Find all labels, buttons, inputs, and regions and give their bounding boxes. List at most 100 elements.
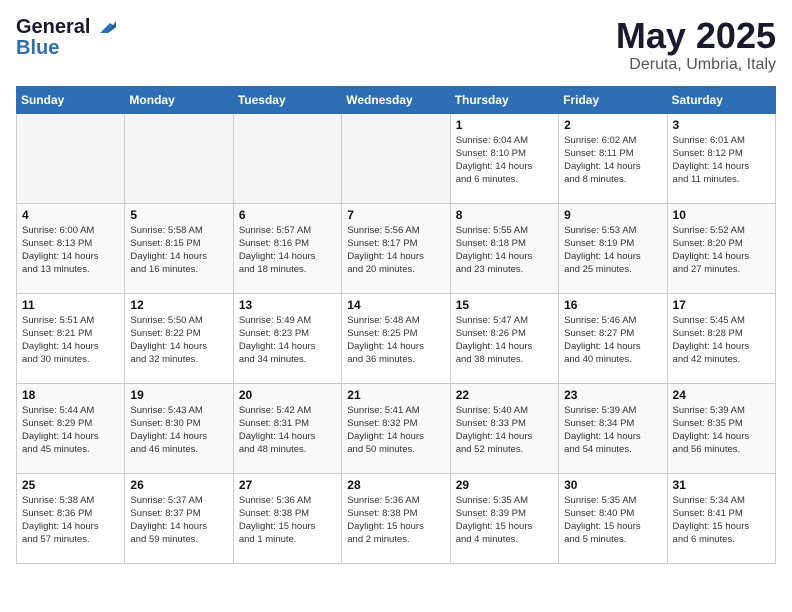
day-number: 25 bbox=[22, 478, 119, 492]
calendar-cell: 10Sunrise: 5:52 AM Sunset: 8:20 PM Dayli… bbox=[667, 203, 775, 293]
header-wednesday: Wednesday bbox=[342, 86, 450, 113]
day-info: Sunrise: 5:52 AM Sunset: 8:20 PM Dayligh… bbox=[673, 224, 770, 277]
day-info: Sunrise: 5:34 AM Sunset: 8:41 PM Dayligh… bbox=[673, 494, 770, 547]
logo-blue-text: Blue bbox=[16, 37, 59, 60]
day-number: 9 bbox=[564, 208, 661, 222]
title-section: May 2025 Deruta, Umbria, Italy bbox=[616, 16, 776, 74]
week-row-1: 1 Sunrise: 6:04 AM Sunset: 8:10 PM Daylig… bbox=[17, 113, 776, 203]
calendar-cell: 17 Sunrise: 5:45 AM Sunset: 8:28 PM Dayli… bbox=[667, 293, 775, 383]
calendar-cell: 20 Sunrise: 5:42 AM Sunset: 8:31 PM Dayli… bbox=[233, 383, 341, 473]
day-number: 13 bbox=[239, 298, 336, 312]
logo-general-text: General bbox=[16, 16, 90, 39]
calendar-cell bbox=[342, 113, 450, 203]
day-number: 7 bbox=[347, 208, 444, 222]
calendar-body: 1 Sunrise: 6:04 AM Sunset: 8:10 PM Daylig… bbox=[17, 113, 776, 563]
calendar-cell: 27 Sunrise: 5:36 AM Sunset: 8:38 PM Dayli… bbox=[233, 473, 341, 563]
calendar-cell: 22Sunrise: 5:40 AM Sunset: 8:33 PM Dayli… bbox=[450, 383, 558, 473]
month-title: May 2025 bbox=[616, 16, 776, 56]
week-row-3: 11 Sunrise: 5:51 AM Sunset: 8:21 PM Dayli… bbox=[17, 293, 776, 383]
day-info: Sunrise: 6:00 AM Sunset: 8:13 PM Dayligh… bbox=[22, 224, 119, 277]
day-info: Sunrise: 5:35 AM Sunset: 8:40 PM Dayligh… bbox=[564, 494, 661, 547]
day-info: Sunrise: 5:48 AM Sunset: 8:25 PM Dayligh… bbox=[347, 314, 444, 367]
day-info: Sunrise: 6:02 AM Sunset: 8:11 PM Dayligh… bbox=[564, 134, 661, 187]
day-info: Sunrise: 6:01 AM Sunset: 8:12 PM Dayligh… bbox=[673, 134, 770, 187]
day-info: Sunrise: 5:36 AM Sunset: 8:38 PM Dayligh… bbox=[239, 494, 336, 547]
day-info: Sunrise: 5:43 AM Sunset: 8:30 PM Dayligh… bbox=[130, 404, 227, 457]
day-number: 23 bbox=[564, 388, 661, 402]
calendar-cell: 24Sunrise: 5:39 AM Sunset: 8:35 PM Dayli… bbox=[667, 383, 775, 473]
day-number: 5 bbox=[130, 208, 227, 222]
day-number: 27 bbox=[239, 478, 336, 492]
day-number: 12 bbox=[130, 298, 227, 312]
day-number: 1 bbox=[456, 118, 553, 132]
calendar-cell: 25Sunrise: 5:38 AM Sunset: 8:36 PM Dayli… bbox=[17, 473, 125, 563]
day-number: 29 bbox=[456, 478, 553, 492]
calendar-cell: 18Sunrise: 5:44 AM Sunset: 8:29 PM Dayli… bbox=[17, 383, 125, 473]
calendar-cell: 9 Sunrise: 5:53 AM Sunset: 8:19 PM Daylig… bbox=[559, 203, 667, 293]
day-info: Sunrise: 5:39 AM Sunset: 8:34 PM Dayligh… bbox=[564, 404, 661, 457]
logo-bird-icon bbox=[94, 19, 116, 37]
day-number: 15 bbox=[456, 298, 553, 312]
day-number: 28 bbox=[347, 478, 444, 492]
calendar-cell bbox=[233, 113, 341, 203]
week-row-2: 4 Sunrise: 6:00 AM Sunset: 8:13 PM Daylig… bbox=[17, 203, 776, 293]
week-row-5: 25Sunrise: 5:38 AM Sunset: 8:36 PM Dayli… bbox=[17, 473, 776, 563]
day-info: Sunrise: 5:45 AM Sunset: 8:28 PM Dayligh… bbox=[673, 314, 770, 367]
calendar-cell: 5 Sunrise: 5:58 AM Sunset: 8:15 PM Daylig… bbox=[125, 203, 233, 293]
header-thursday: Thursday bbox=[450, 86, 558, 113]
header-saturday: Saturday bbox=[667, 86, 775, 113]
day-info: Sunrise: 5:53 AM Sunset: 8:19 PM Dayligh… bbox=[564, 224, 661, 277]
calendar-cell: 4 Sunrise: 6:00 AM Sunset: 8:13 PM Daylig… bbox=[17, 203, 125, 293]
day-number: 31 bbox=[673, 478, 770, 492]
day-info: Sunrise: 5:41 AM Sunset: 8:32 PM Dayligh… bbox=[347, 404, 444, 457]
day-number: 20 bbox=[239, 388, 336, 402]
day-info: Sunrise: 5:55 AM Sunset: 8:18 PM Dayligh… bbox=[456, 224, 553, 277]
day-number: 11 bbox=[22, 298, 119, 312]
day-number: 16 bbox=[564, 298, 661, 312]
day-info: Sunrise: 5:51 AM Sunset: 8:21 PM Dayligh… bbox=[22, 314, 119, 367]
calendar-cell: 21 Sunrise: 5:41 AM Sunset: 8:32 PM Dayli… bbox=[342, 383, 450, 473]
header-row: SundayMondayTuesdayWednesdayThursdayFrid… bbox=[17, 86, 776, 113]
calendar-cell: 30 Sunrise: 5:35 AM Sunset: 8:40 PM Dayli… bbox=[559, 473, 667, 563]
calendar-cell: 14 Sunrise: 5:48 AM Sunset: 8:25 PM Dayli… bbox=[342, 293, 450, 383]
header-sunday: Sunday bbox=[17, 86, 125, 113]
calendar-cell: 3 Sunrise: 6:01 AM Sunset: 8:12 PM Daylig… bbox=[667, 113, 775, 203]
day-info: Sunrise: 5:57 AM Sunset: 8:16 PM Dayligh… bbox=[239, 224, 336, 277]
calendar-cell: 6 Sunrise: 5:57 AM Sunset: 8:16 PM Daylig… bbox=[233, 203, 341, 293]
day-info: Sunrise: 5:47 AM Sunset: 8:26 PM Dayligh… bbox=[456, 314, 553, 367]
day-info: Sunrise: 5:39 AM Sunset: 8:35 PM Dayligh… bbox=[673, 404, 770, 457]
calendar-header: SundayMondayTuesdayWednesdayThursdayFrid… bbox=[17, 86, 776, 113]
calendar-cell: 12 Sunrise: 5:50 AM Sunset: 8:22 PM Dayli… bbox=[125, 293, 233, 383]
calendar-cell: 7 Sunrise: 5:56 AM Sunset: 8:17 PM Daylig… bbox=[342, 203, 450, 293]
day-number: 18 bbox=[22, 388, 119, 402]
day-info: Sunrise: 5:35 AM Sunset: 8:39 PM Dayligh… bbox=[456, 494, 553, 547]
logo: General Blue bbox=[16, 16, 116, 60]
day-number: 3 bbox=[673, 118, 770, 132]
day-number: 6 bbox=[239, 208, 336, 222]
calendar-cell: 23 Sunrise: 5:39 AM Sunset: 8:34 PM Dayli… bbox=[559, 383, 667, 473]
day-info: Sunrise: 5:46 AM Sunset: 8:27 PM Dayligh… bbox=[564, 314, 661, 367]
day-info: Sunrise: 5:42 AM Sunset: 8:31 PM Dayligh… bbox=[239, 404, 336, 457]
day-info: Sunrise: 5:37 AM Sunset: 8:37 PM Dayligh… bbox=[130, 494, 227, 547]
day-info: Sunrise: 6:04 AM Sunset: 8:10 PM Dayligh… bbox=[456, 134, 553, 187]
day-number: 14 bbox=[347, 298, 444, 312]
day-number: 30 bbox=[564, 478, 661, 492]
day-number: 21 bbox=[347, 388, 444, 402]
day-info: Sunrise: 5:50 AM Sunset: 8:22 PM Dayligh… bbox=[130, 314, 227, 367]
day-number: 17 bbox=[673, 298, 770, 312]
location: Deruta, Umbria, Italy bbox=[616, 56, 776, 74]
calendar-cell: 11 Sunrise: 5:51 AM Sunset: 8:21 PM Dayli… bbox=[17, 293, 125, 383]
day-info: Sunrise: 5:40 AM Sunset: 8:33 PM Dayligh… bbox=[456, 404, 553, 457]
day-info: Sunrise: 5:58 AM Sunset: 8:15 PM Dayligh… bbox=[130, 224, 227, 277]
week-row-4: 18Sunrise: 5:44 AM Sunset: 8:29 PM Dayli… bbox=[17, 383, 776, 473]
calendar-table: SundayMondayTuesdayWednesdayThursdayFrid… bbox=[16, 86, 776, 564]
day-info: Sunrise: 5:56 AM Sunset: 8:17 PM Dayligh… bbox=[347, 224, 444, 277]
calendar-cell: 8Sunrise: 5:55 AM Sunset: 8:18 PM Daylig… bbox=[450, 203, 558, 293]
day-info: Sunrise: 5:36 AM Sunset: 8:38 PM Dayligh… bbox=[347, 494, 444, 547]
calendar-cell: 29 Sunrise: 5:35 AM Sunset: 8:39 PM Dayli… bbox=[450, 473, 558, 563]
day-number: 19 bbox=[130, 388, 227, 402]
day-number: 4 bbox=[22, 208, 119, 222]
page-header: General Blue May 2025 Deruta, Umbria, It… bbox=[16, 16, 776, 74]
calendar-cell: 19 Sunrise: 5:43 AM Sunset: 8:30 PM Dayli… bbox=[125, 383, 233, 473]
calendar-cell: 2Sunrise: 6:02 AM Sunset: 8:11 PM Daylig… bbox=[559, 113, 667, 203]
